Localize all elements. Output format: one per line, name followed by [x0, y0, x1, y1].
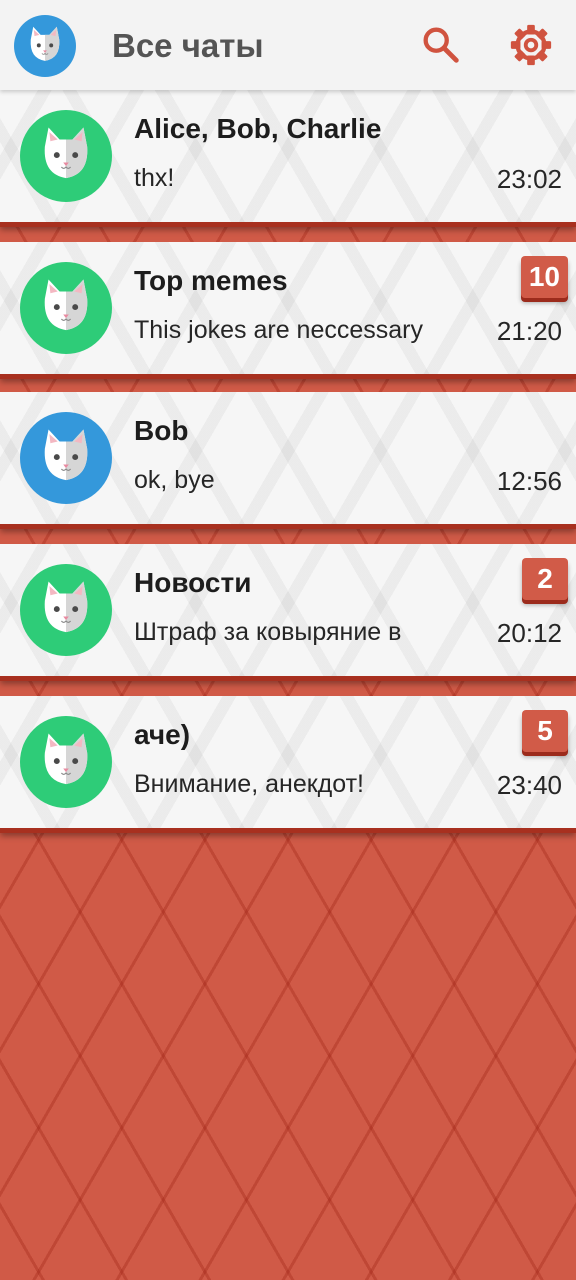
- chat-name: Bob: [134, 415, 189, 446]
- chat-timestamp: 12:56: [496, 466, 562, 496]
- app-header: Все чаты: [0, 0, 576, 90]
- chat-item[interactable]: Top memes This jokes are neccessary 21:2…: [0, 242, 576, 374]
- chat-timestamp: 23:40: [496, 770, 562, 800]
- cat-avatar-icon: [20, 412, 112, 504]
- chat-last-message: Внимание, анекдот!: [134, 770, 364, 798]
- cat-avatar-icon[interactable]: [14, 15, 76, 77]
- cat-avatar-icon: [20, 110, 112, 202]
- chat-last-message: Штраф за ковыряние в: [134, 618, 402, 646]
- chat-last-message: ok, bye: [134, 466, 215, 494]
- cat-avatar-icon: [20, 716, 112, 808]
- chat-item[interactable]: Bob ok, bye 12:56: [0, 392, 576, 524]
- chat-name: Новости: [134, 567, 252, 598]
- cat-avatar-icon: [20, 262, 112, 354]
- chat-name: Top memes: [134, 265, 288, 296]
- chat-item[interactable]: Alice, Bob, Charlie thx! 23:02: [0, 90, 576, 222]
- chat-item[interactable]: аче) Внимание, анекдот! 23:40 5: [0, 696, 576, 828]
- chat-timestamp: 21:20: [496, 316, 562, 346]
- chat-timestamp: 23:02: [496, 164, 562, 194]
- chat-last-message: This jokes are neccessary: [134, 316, 424, 344]
- chat-name: Alice, Bob, Charlie: [134, 113, 382, 144]
- unread-count-badge: 10: [520, 256, 568, 298]
- unread-count-badge: 5: [522, 710, 568, 752]
- cat-avatar-icon: [20, 564, 112, 656]
- gear-icon[interactable]: [508, 22, 554, 68]
- chat-timestamp: 20:12: [496, 618, 562, 648]
- page-title: Все чаты: [112, 27, 264, 64]
- chat-last-message: thx!: [134, 164, 175, 192]
- unread-count-badge: 2: [522, 558, 568, 600]
- chat-name: аче): [134, 719, 191, 750]
- search-icon[interactable]: [418, 22, 464, 68]
- chat-item[interactable]: Новости Штраф за ковыряние в 20:12 2: [0, 544, 576, 676]
